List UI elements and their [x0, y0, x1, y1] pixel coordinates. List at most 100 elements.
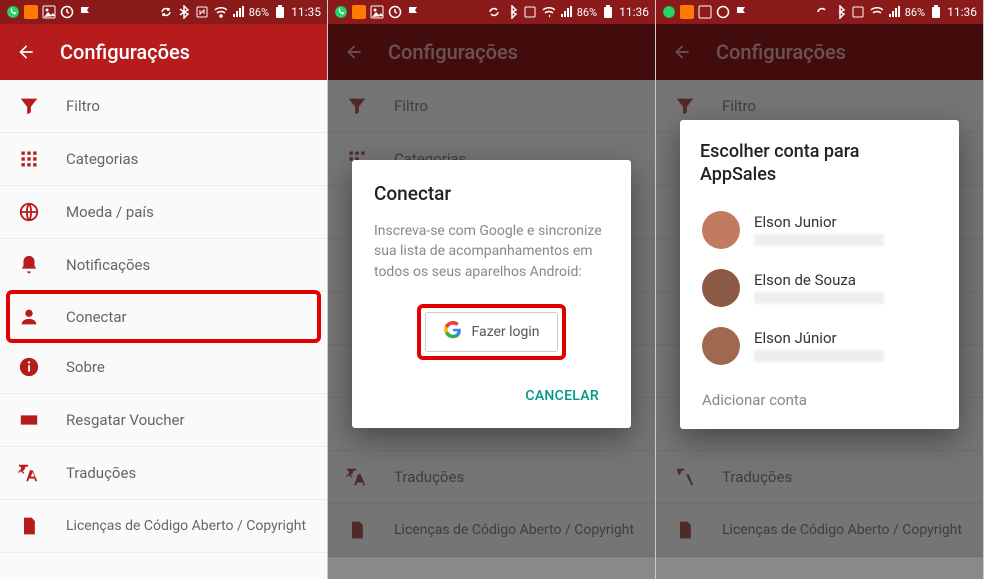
account-row[interactable]: Elson Júnior: [700, 317, 939, 375]
screen-settings: 86% 11:35 Configurações Filtro Categoria…: [0, 0, 328, 579]
wifi-icon: [213, 5, 227, 19]
nfc-icon: [523, 5, 537, 19]
signal-icon: [231, 5, 245, 19]
setting-notificacoes[interactable]: Notificações: [0, 239, 327, 292]
ticket-icon: [18, 409, 40, 431]
image-icon: [42, 5, 56, 19]
cancel-button[interactable]: CANCELAR: [515, 380, 609, 412]
status-bar: 86% 11:35: [0, 0, 327, 24]
bluetooth-icon: [833, 5, 847, 19]
app-bar: Configurações: [0, 24, 327, 80]
flag-icon: [78, 5, 92, 19]
bell-icon: [18, 254, 40, 276]
setting-label: Traduções: [66, 464, 136, 482]
setting-traducoes[interactable]: Traduções: [0, 447, 327, 500]
setting-categorias[interactable]: Categorias: [0, 133, 327, 186]
clock-icon: [60, 5, 74, 19]
account-email-redacted: [754, 350, 884, 362]
clock-icon: [716, 5, 730, 19]
translate-icon: [18, 462, 40, 484]
setting-label: Categorias: [66, 150, 138, 168]
setting-filtro[interactable]: Filtro: [0, 80, 327, 133]
whatsapp-icon: [662, 5, 676, 19]
screen-account-chooser: 86% 11:36 Configurações Filtro Traduções…: [656, 0, 984, 579]
signal-icon: [559, 5, 573, 19]
account-email-redacted: [754, 234, 884, 246]
sync-icon: [159, 5, 173, 19]
nfc-icon: [851, 5, 865, 19]
clock-text: 11:36: [947, 5, 977, 19]
person-icon: [18, 306, 40, 328]
battery-icon: [273, 5, 287, 19]
wifi-icon: [869, 5, 883, 19]
image-icon: [698, 5, 712, 19]
add-account-button[interactable]: Adicionar conta: [700, 375, 939, 421]
image-icon: [370, 5, 384, 19]
setting-licencas[interactable]: Licenças de Código Aberto / Copyright: [0, 500, 327, 553]
dialog-connect: Conectar Inscreva-se com Google e sincro…: [352, 160, 631, 428]
dialog-title: Conectar: [374, 182, 609, 205]
setting-moeda[interactable]: Moeda / país: [0, 186, 327, 239]
flag-icon: [734, 5, 748, 19]
setting-label: Moeda / país: [66, 203, 154, 221]
avatar: [702, 211, 740, 249]
account-email-redacted: [754, 292, 884, 304]
google-icon: [444, 321, 462, 343]
setting-sobre[interactable]: Sobre: [0, 341, 327, 394]
wifi-icon: [541, 5, 555, 19]
battery-text: 86%: [249, 6, 269, 19]
account-name: Elson de Souza: [754, 271, 884, 289]
dialog-account-chooser: Escolher conta para AppSales Elson Junio…: [680, 120, 959, 429]
google-login-button[interactable]: Fazer login: [425, 312, 559, 352]
battery-icon: [929, 5, 943, 19]
flag-icon: [406, 5, 420, 19]
account-row[interactable]: Elson Junior: [700, 201, 939, 259]
account-name: Elson Junior: [754, 213, 884, 231]
app-icon: [680, 5, 694, 19]
settings-list: Filtro Categorias Moeda / país Notificaç…: [0, 80, 327, 553]
bluetooth-icon: [177, 5, 191, 19]
whatsapp-icon: [6, 5, 20, 19]
app-icon: [24, 5, 38, 19]
setting-label: Notificações: [66, 256, 150, 274]
sync-icon: [815, 5, 829, 19]
status-bar: 86% 11:36: [328, 0, 655, 24]
nfc-icon: [195, 5, 209, 19]
clock-text: 11:35: [291, 5, 321, 19]
sync-icon: [487, 5, 501, 19]
setting-conectar[interactable]: Conectar: [10, 294, 317, 339]
setting-label: Filtro: [66, 97, 100, 115]
battery-icon: [601, 5, 615, 19]
dialog-body: Inscreva-se com Google e sincronize sua …: [374, 221, 609, 282]
screen-connect-dialog: 86% 11:36 Configurações Filtro Categoria…: [328, 0, 656, 579]
whatsapp-icon: [334, 5, 348, 19]
setting-resgatar[interactable]: Resgatar Voucher: [0, 394, 327, 447]
setting-label: Conectar: [66, 308, 127, 326]
setting-label: Resgatar Voucher: [66, 411, 185, 429]
signal-icon: [887, 5, 901, 19]
login-label: Fazer login: [472, 324, 540, 340]
app-icon: [352, 5, 366, 19]
back-icon[interactable]: [16, 42, 36, 62]
page-title: Configurações: [60, 40, 190, 64]
funnel-icon: [18, 95, 40, 117]
status-bar: 86% 11:36: [656, 0, 983, 24]
info-icon: [18, 356, 40, 378]
bluetooth-icon: [505, 5, 519, 19]
grid-icon: [18, 148, 40, 170]
clock-icon: [388, 5, 402, 19]
setting-label: Licenças de Código Aberto / Copyright: [66, 518, 306, 534]
account-name: Elson Júnior: [754, 329, 884, 347]
setting-label: Sobre: [66, 358, 105, 376]
highlight-conectar: Conectar: [6, 290, 321, 343]
highlight-login: Fazer login: [417, 304, 567, 360]
globe-icon: [18, 201, 40, 223]
battery-text: 86%: [905, 6, 925, 19]
avatar: [702, 327, 740, 365]
dialog-title: Escolher conta para AppSales: [700, 140, 939, 187]
clock-text: 11:36: [619, 5, 649, 19]
battery-text: 86%: [577, 6, 597, 19]
account-row[interactable]: Elson de Souza: [700, 259, 939, 317]
document-icon: [18, 515, 40, 537]
avatar: [702, 269, 740, 307]
